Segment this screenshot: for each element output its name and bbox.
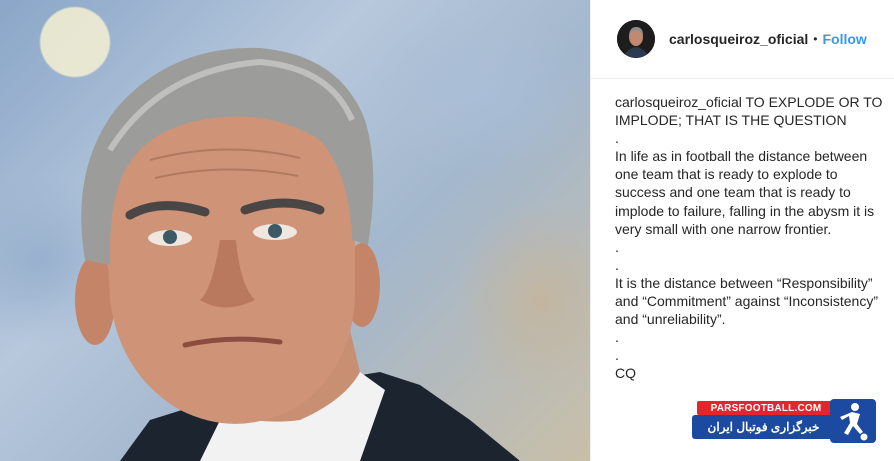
caption-line: IMPLODE; THAT IS THE QUESTION: [615, 112, 847, 129]
caption-line: and “Commitment” against “Inconsistency”: [615, 293, 878, 310]
caption-line: one team that is ready to explode to: [615, 166, 838, 183]
caption-line: success and one team that is ready to: [615, 184, 851, 201]
avatar[interactable]: [617, 20, 655, 58]
follow-button[interactable]: Follow: [822, 31, 866, 47]
caption-line: .: [615, 347, 619, 364]
caption-line: .: [615, 329, 619, 346]
post-photo[interactable]: [0, 0, 590, 461]
avatar-image: [617, 20, 655, 58]
footballer-logo-icon: [830, 399, 876, 443]
separator-dot: •: [813, 32, 818, 46]
caption-username-link[interactable]: carlosqueiroz_oficial: [615, 94, 742, 110]
post-header: carlosqueiroz_oficial • Follow: [591, 0, 894, 79]
caption-line: It is the distance between “Responsibili…: [615, 274, 873, 291]
post-sidebar: carlosqueiroz_oficial • Follow carlosque…: [590, 0, 894, 461]
username-link[interactable]: carlosqueiroz_oficial: [669, 31, 808, 47]
caption-line: TO EXPLODE OR TO: [745, 94, 883, 110]
caption-line: .: [615, 238, 619, 255]
caption-line: and “unreliability”.: [615, 311, 726, 328]
parsfootball-watermark: PARSFOOTBALL.COM خبرگزاری فوتبال ایران: [692, 398, 878, 444]
caption-line: .: [615, 256, 619, 273]
caption-line: CQ: [615, 365, 636, 382]
portrait-illustration: [75, 47, 520, 461]
caption-line: .: [615, 130, 619, 147]
caption-line: very small with one narrow frontier.: [615, 220, 832, 237]
caption-line: In life as in football the distance betw…: [615, 148, 868, 165]
caption-line: implode to failure, falling in the abysm…: [615, 202, 875, 219]
watermark-tagline: خبرگزاری فوتبال ایران: [692, 415, 835, 439]
post-caption: carlosqueiroz_oficial TO EXPLODE OR TO I…: [591, 79, 894, 383]
watermark-site-label: PARSFOOTBALL.COM: [697, 401, 835, 415]
